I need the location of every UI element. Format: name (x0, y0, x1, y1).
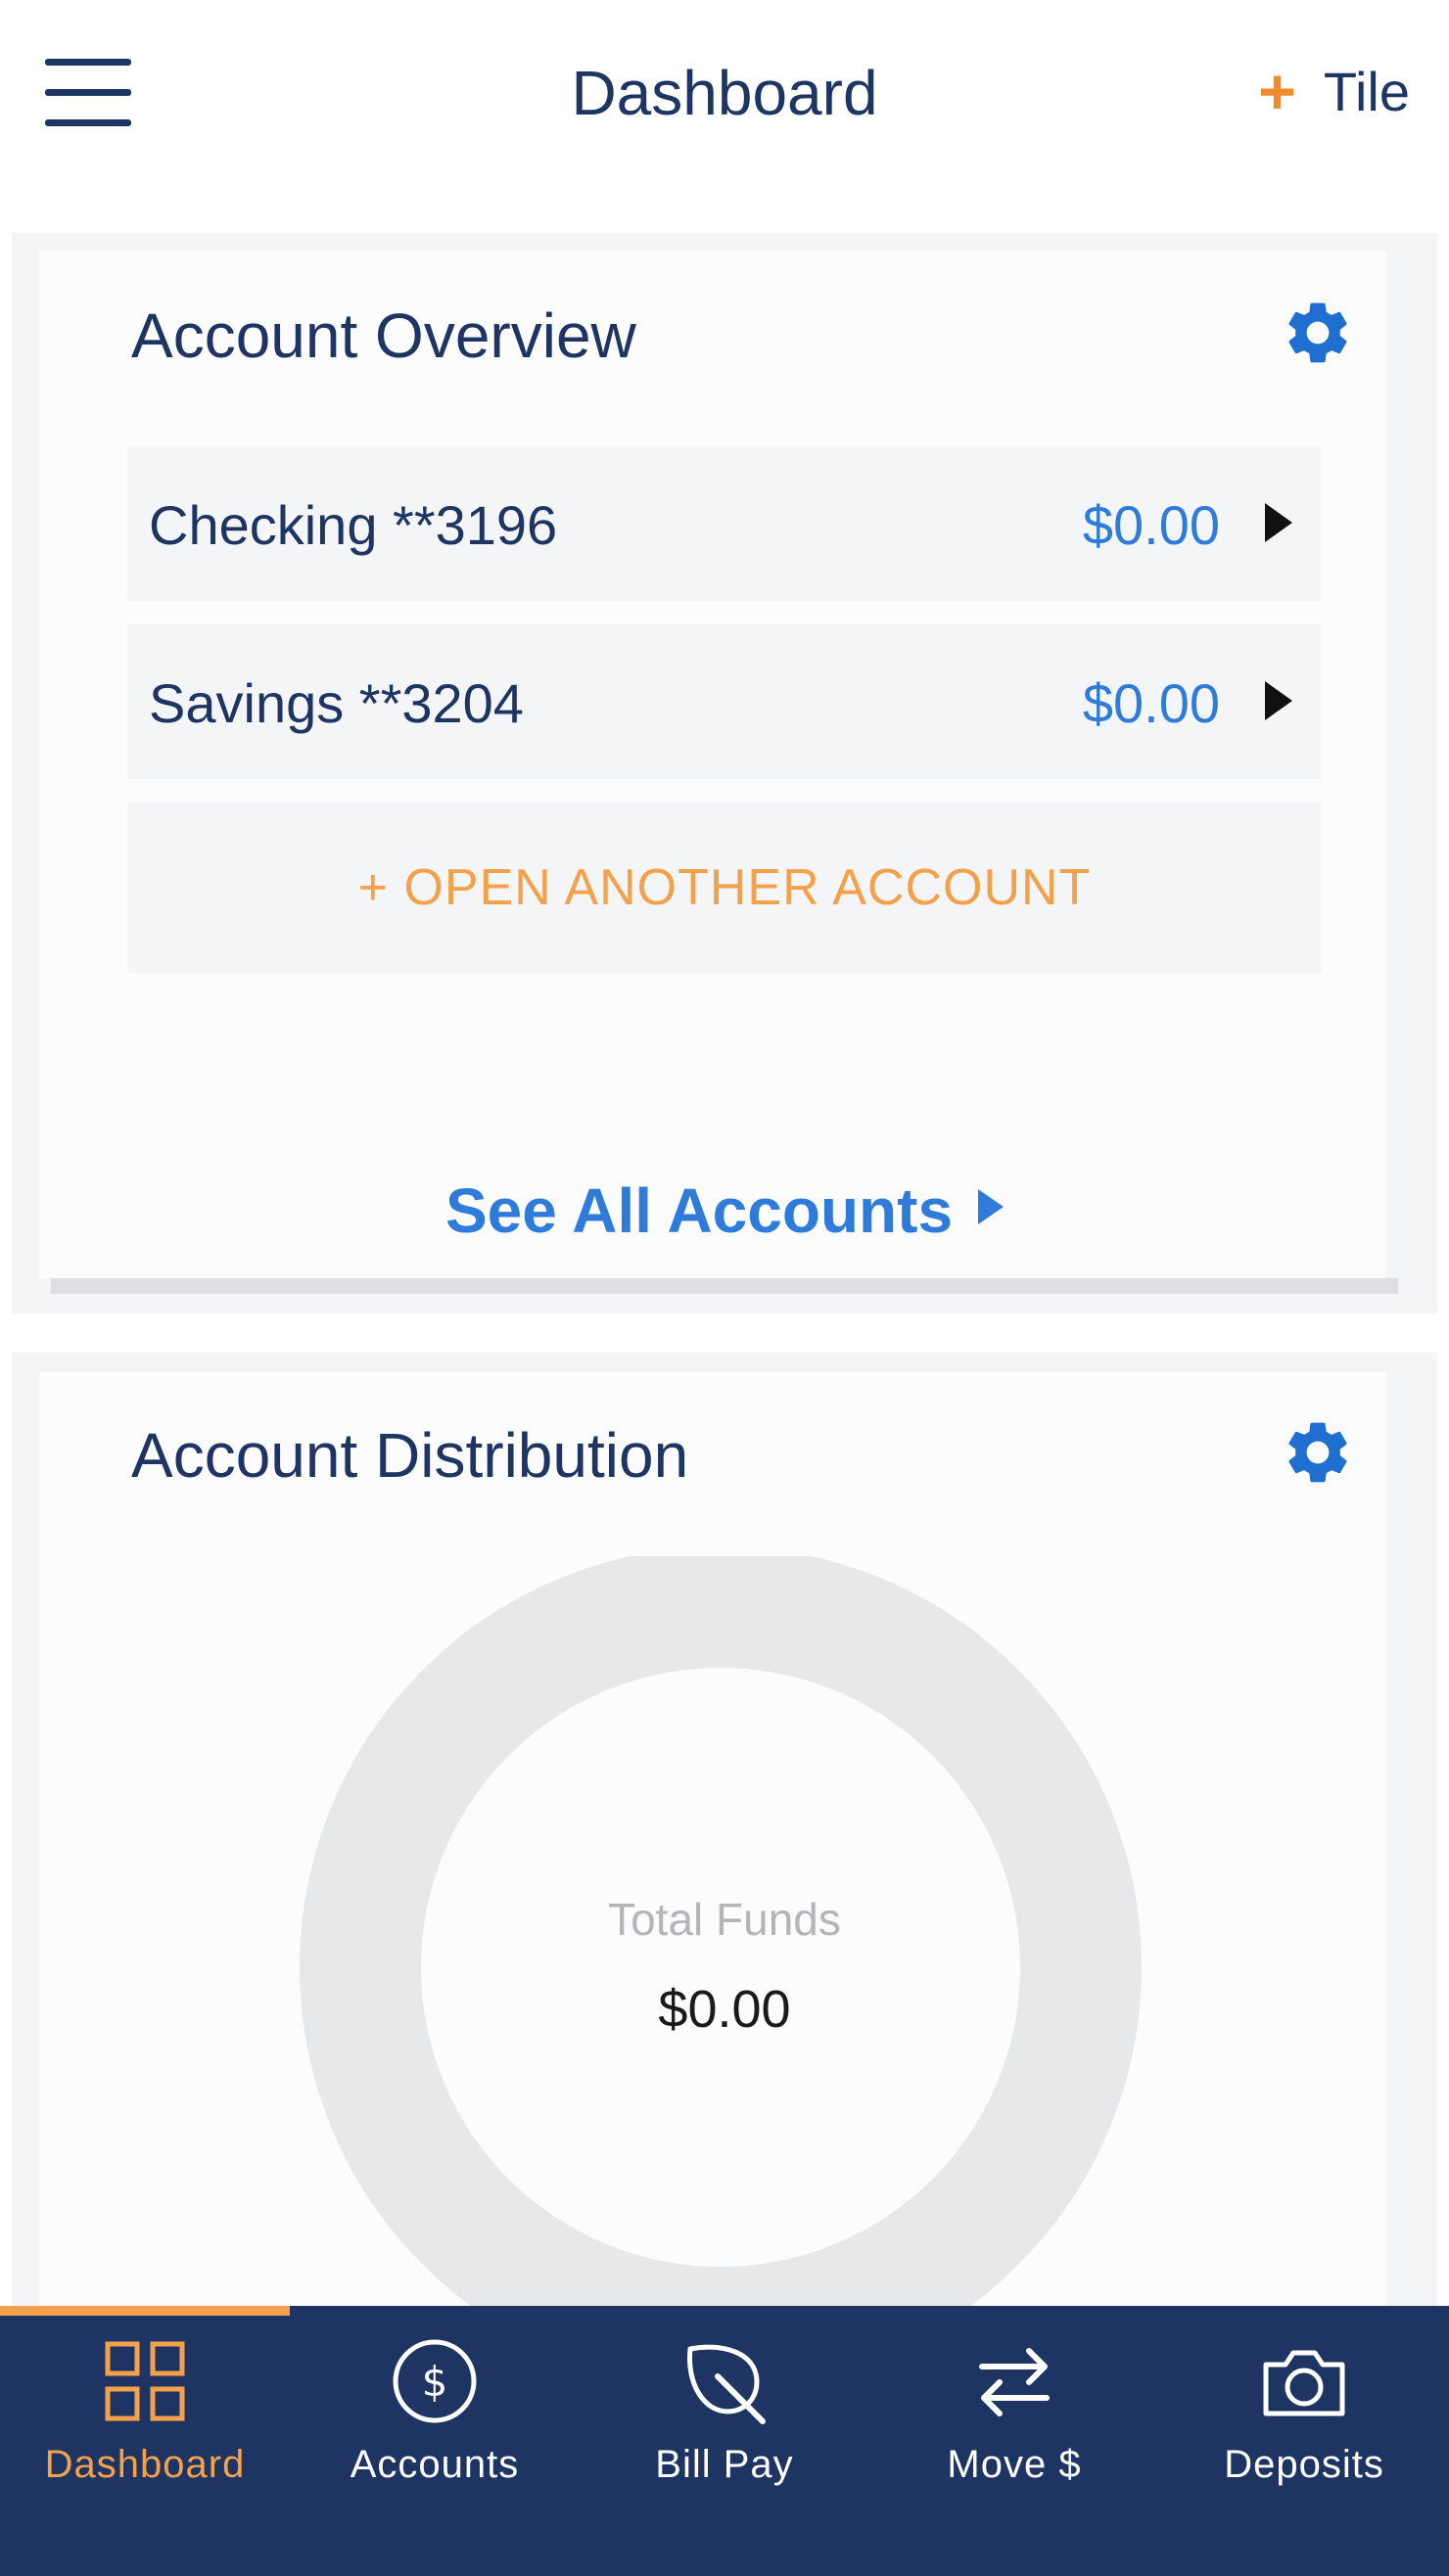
plus-icon: + (1258, 55, 1296, 127)
settings-gear-icon[interactable] (1281, 1415, 1355, 1490)
account-row-checking[interactable]: Checking **3196 $0.00 (127, 446, 1322, 601)
account-row-savings[interactable]: Savings **3204 $0.00 (127, 624, 1322, 779)
nav-tab-deposits[interactable]: Deposits (1159, 2306, 1449, 2576)
nav-tab-accounts[interactable]: $ Accounts (290, 2306, 580, 2576)
svg-text:$: $ (422, 2358, 448, 2406)
nav-label: Bill Pay (655, 2443, 794, 2486)
grid-icon (105, 2341, 185, 2421)
nav-tab-bill-pay[interactable]: Bill Pay (580, 2306, 869, 2576)
open-another-account-button[interactable]: + OPEN ANOTHER ACCOUNT (127, 803, 1322, 973)
dollar-circle-icon: $ (393, 2339, 477, 2423)
total-funds-value: $0.00 (658, 1980, 791, 2039)
chevron-right-icon (1265, 503, 1292, 542)
donut-ring (300, 1556, 1142, 2339)
add-tile-label: Tile (1323, 60, 1410, 122)
tile-bottom-divider (51, 1278, 1398, 1294)
nav-tab-dashboard[interactable]: Dashboard (0, 2306, 290, 2576)
see-all-accounts-label: See All Accounts (444, 1175, 954, 1246)
account-balance: $0.00 (1082, 672, 1220, 734)
nav-label: Dashboard (44, 2443, 246, 2486)
arrow-right-icon (978, 1189, 1005, 1224)
see-all-accounts-link[interactable]: See All Accounts (0, 1174, 1449, 1247)
page-title: Dashboard (571, 58, 878, 128)
nav-label: Move $ (947, 2443, 1082, 2486)
bottom-nav-bar: Dashboard $ Accounts Bill Pay Move $ Dep… (0, 2306, 1449, 2576)
total-funds-label: Total Funds (608, 1894, 841, 1945)
camera-icon (1263, 2350, 1345, 2416)
account-distribution-title: Account Distribution (131, 1420, 689, 1491)
account-overview-title: Account Overview (131, 300, 636, 371)
account-balance: $0.00 (1082, 494, 1220, 556)
leaf-icon (687, 2344, 766, 2424)
nav-tab-move-money[interactable]: Move $ (869, 2306, 1159, 2576)
settings-gear-icon[interactable] (1281, 296, 1355, 370)
account-distribution-donut-chart (300, 1556, 1142, 2339)
nav-label: Accounts (350, 2443, 520, 2486)
add-tile-button[interactable]: + Tile (1258, 59, 1410, 123)
transfer-arrows-icon (979, 2348, 1050, 2416)
nav-label: Deposits (1224, 2443, 1384, 2486)
app-header: Dashboard + Tile (0, 0, 1449, 186)
account-name: Savings **3204 (149, 672, 524, 734)
account-name: Checking **3196 (149, 494, 558, 556)
chevron-right-icon (1265, 681, 1292, 720)
